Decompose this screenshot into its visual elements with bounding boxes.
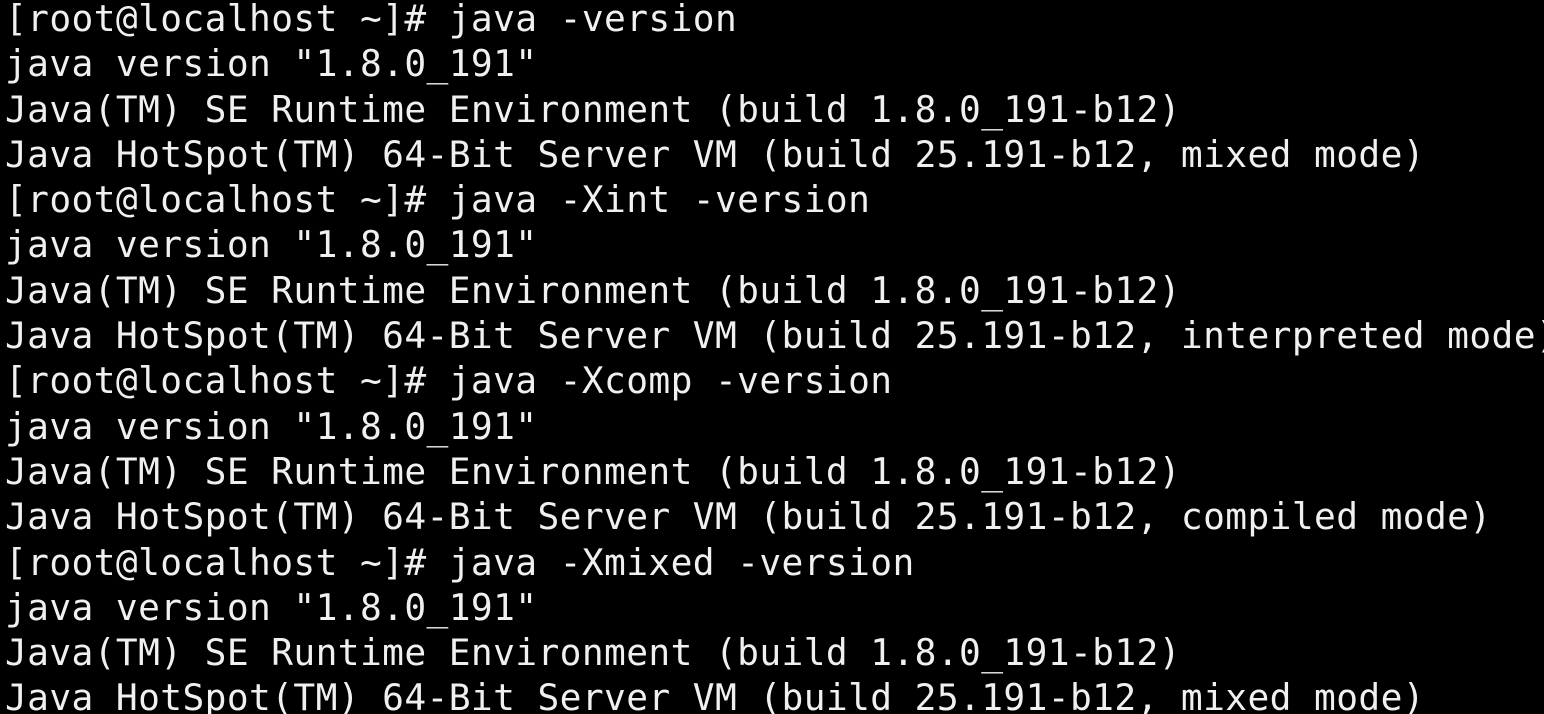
output-line: Java HotSpot(TM) 64-Bit Server VM (build…: [5, 676, 1425, 714]
output-line: java version "1.8.0_191": [5, 42, 538, 86]
output-line: java version "1.8.0_191": [5, 223, 538, 267]
prompt-line: [root@localhost ~]# java -Xcomp -version: [5, 359, 893, 403]
output-line: Java HotSpot(TM) 64-Bit Server VM (build…: [5, 495, 1492, 539]
output-line: Java(TM) SE Runtime Environment (build 1…: [5, 87, 1181, 131]
output-line: Java(TM) SE Runtime Environment (build 1…: [5, 631, 1181, 675]
terminal-window[interactable]: [root@localhost ~]# java -version java v…: [0, 0, 1544, 714]
output-line: Java(TM) SE Runtime Environment (build 1…: [5, 268, 1181, 312]
output-line: java version "1.8.0_191": [5, 585, 538, 629]
prompt-line: [root@localhost ~]# java -Xint -version: [5, 178, 871, 222]
output-line: Java HotSpot(TM) 64-Bit Server VM (build…: [5, 132, 1425, 176]
output-line: Java(TM) SE Runtime Environment (build 1…: [5, 449, 1181, 493]
output-line: java version "1.8.0_191": [5, 404, 538, 448]
prompt-line: [root@localhost ~]# java -version: [5, 0, 738, 40]
output-line: Java HotSpot(TM) 64-Bit Server VM (build…: [5, 314, 1544, 358]
prompt-line: [root@localhost ~]# java -Xmixed -versio…: [5, 540, 915, 584]
